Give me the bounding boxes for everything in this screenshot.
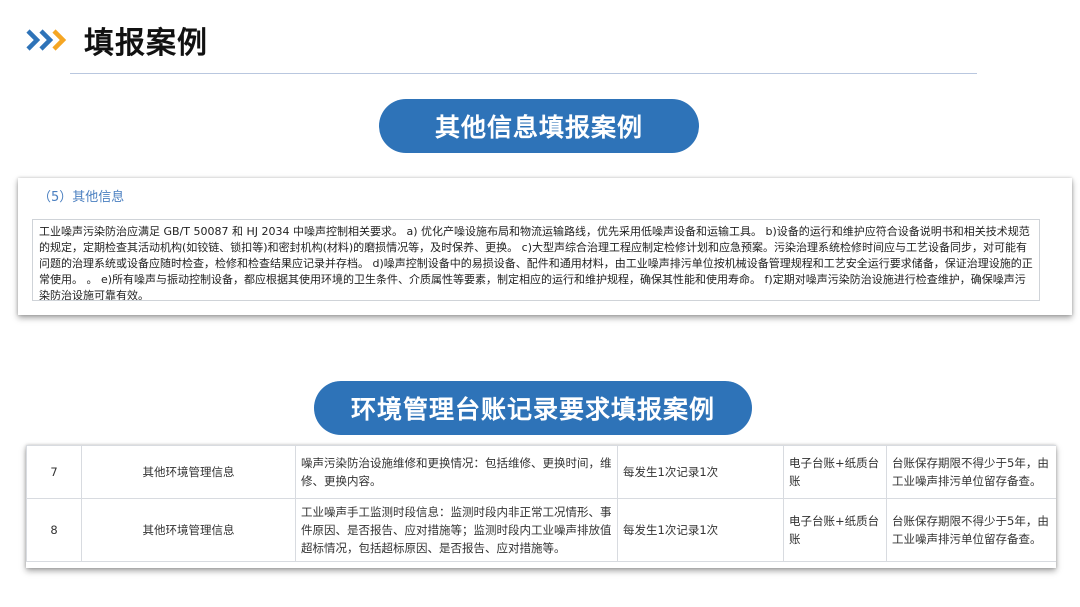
cell-retention: 台账保存期限不得少于5年，由工业噪声排污单位留存备查。 bbox=[886, 498, 1056, 562]
cell-form: 电子台账+纸质台账 bbox=[783, 498, 887, 562]
ledger-table-panel: 7 其他环境管理信息 噪声污染防治设施维修和更换情况：包括维修、更换时间，维修、… bbox=[26, 445, 1056, 568]
panel-heading: （5）其他信息 bbox=[38, 190, 125, 205]
cell-frequency: 每发生1次记录1次 bbox=[617, 445, 784, 499]
page-title: 填报案例 bbox=[84, 26, 208, 61]
cell-form: 电子台账+纸质台账 bbox=[783, 445, 887, 499]
header-divider bbox=[70, 73, 977, 74]
section-label-ledger: 环境管理台账记录要求填报案例 bbox=[314, 381, 752, 435]
other-info-panel: （5）其他信息 工业噪声污染防治应满足 GB/T 50087 和 HJ 2034… bbox=[18, 178, 1072, 315]
other-info-textarea[interactable]: 工业噪声污染防治应满足 GB/T 50087 和 HJ 2034 中噪声控制相关… bbox=[32, 219, 1040, 301]
section-label-other-info: 其他信息填报案例 bbox=[379, 99, 699, 153]
slide-header: 填报案例 bbox=[26, 18, 208, 62]
chevron-right-icon bbox=[26, 28, 72, 52]
cell-no: 8 bbox=[26, 498, 82, 562]
cell-retention: 台账保存期限不得少于5年，由工业噪声排污单位留存备查。 bbox=[886, 445, 1056, 499]
cell-category: 其他环境管理信息 bbox=[81, 498, 296, 562]
cell-content: 噪声污染防治设施维修和更换情况：包括维修、更换时间，维修、更换内容。 bbox=[295, 445, 618, 499]
cell-content: 工业噪声手工监测时段信息：监测时段内非正常工况情形、事件原因、是否报告、应对措施… bbox=[295, 498, 618, 562]
cell-no: 7 bbox=[26, 445, 82, 499]
cell-category: 其他环境管理信息 bbox=[81, 445, 296, 499]
table-row: 7 其他环境管理信息 噪声污染防治设施维修和更换情况：包括维修、更换时间，维修、… bbox=[26, 445, 1056, 499]
ledger-table: 7 其他环境管理信息 噪声污染防治设施维修和更换情况：包括维修、更换时间，维修、… bbox=[26, 445, 1056, 562]
table-row: 8 其他环境管理信息 工业噪声手工监测时段信息：监测时段内非正常工况情形、事件原… bbox=[26, 498, 1056, 562]
cell-frequency: 每发生1次记录1次 bbox=[617, 498, 784, 562]
